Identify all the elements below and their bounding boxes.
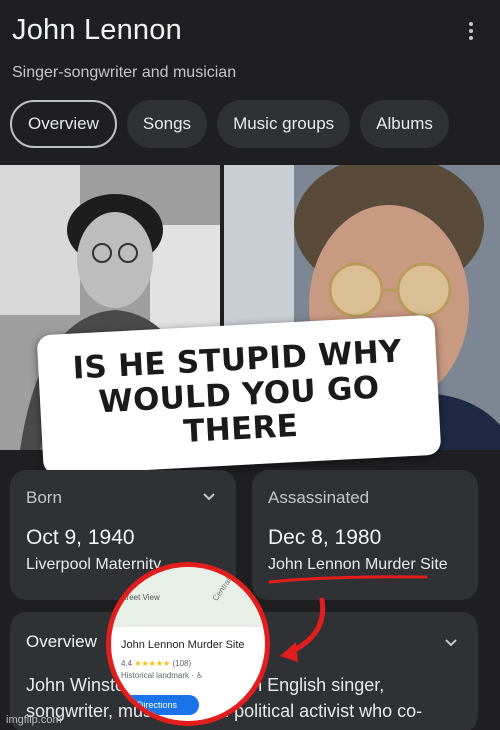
assassinated-date: Dec 8, 1980	[268, 526, 382, 549]
assassinated-label: Assassinated	[268, 488, 370, 507]
born-label: Born	[26, 488, 62, 507]
place-rating: 4.4 ★★★★★ (108)	[121, 659, 191, 668]
rating-value: 4.4	[121, 659, 133, 668]
tab-bar: Overview Songs Music groups Albums	[10, 100, 449, 150]
place-kind: Historical landmark · ♿	[121, 671, 204, 680]
street-view-label: Street View	[119, 593, 160, 602]
place-name[interactable]: John Lennon Murder Site	[121, 639, 245, 651]
chevron-down-icon[interactable]	[202, 490, 216, 504]
page-title: John Lennon	[12, 14, 182, 46]
knowledge-panel-header: John Lennon Singer-songwriter and musici…	[0, 0, 500, 160]
tab-albums[interactable]: Albums	[360, 100, 449, 148]
red-underline-annotation	[268, 575, 428, 584]
tab-music-groups[interactable]: Music groups	[217, 100, 351, 148]
page-subtitle: Singer-songwriter and musician	[12, 64, 237, 81]
review-count: (108)	[172, 659, 192, 668]
born-date: Oct 9, 1940	[26, 526, 135, 549]
directions-button[interactable]: Directions	[115, 695, 199, 715]
tab-songs[interactable]: Songs	[126, 100, 208, 148]
chevron-down-icon[interactable]	[444, 636, 458, 650]
zoom-callout-map-card: Street View Central John Lennon Murder S…	[106, 562, 270, 726]
overview-title: Overview	[26, 632, 97, 651]
more-options-icon[interactable]	[468, 22, 474, 44]
meme-caption: IS HE STUPID WHY WOULD YOU GO THERE	[36, 314, 442, 476]
meme-caption-text: IS HE STUPID WHY WOULD YOU GO THERE	[71, 333, 403, 451]
red-arrow-annotation	[280, 597, 326, 662]
watermark: imgflip.com	[6, 714, 62, 726]
rating-stars: ★★★★★	[134, 659, 171, 668]
tab-overview[interactable]: Overview	[10, 100, 117, 148]
